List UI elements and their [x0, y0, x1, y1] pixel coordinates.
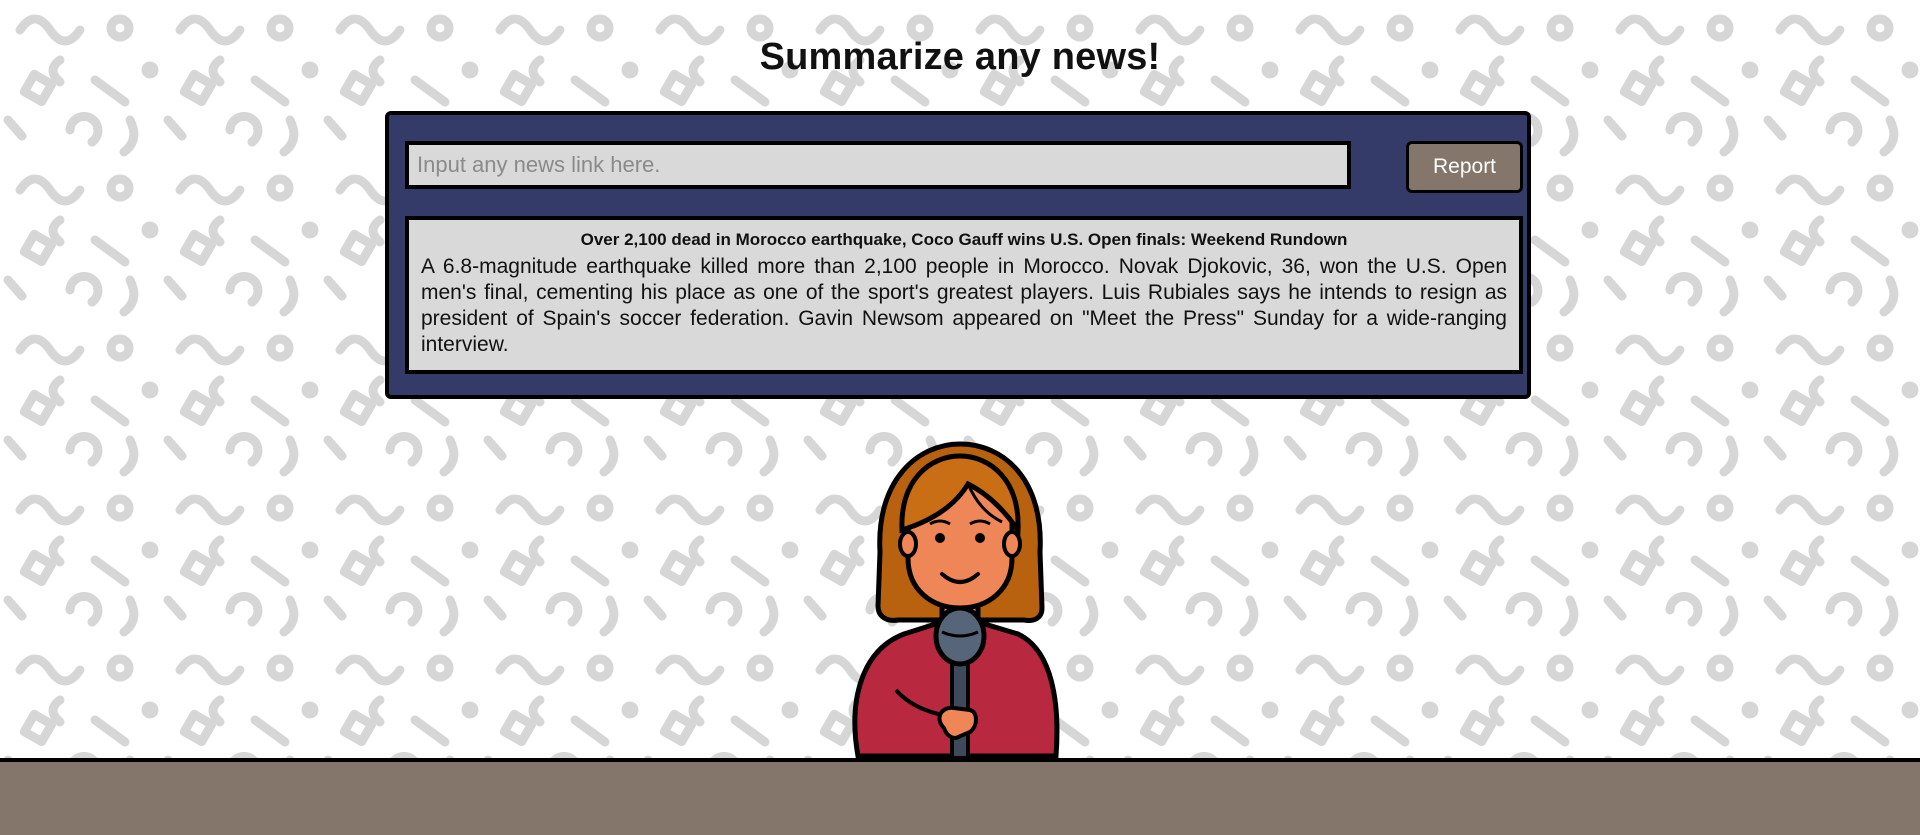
news-link-input[interactable]	[405, 141, 1351, 189]
news-anchor-illustration	[852, 441, 1060, 760]
news-desk	[0, 758, 1920, 835]
summary-text: A 6.8-magnitude earthquake killed more t…	[421, 255, 1507, 356]
summary-headline: Over 2,100 dead in Morocco earthquake, C…	[580, 230, 1348, 249]
page-title: Summarize any news!	[759, 36, 1161, 78]
report-button[interactable]: Report	[1406, 141, 1523, 193]
summary-box: Over 2,100 dead in Morocco earthquake, C…	[405, 216, 1523, 374]
hand	[937, 705, 978, 741]
news-panel: Report Over 2,100 dead in Morocco earthq…	[385, 111, 1531, 399]
